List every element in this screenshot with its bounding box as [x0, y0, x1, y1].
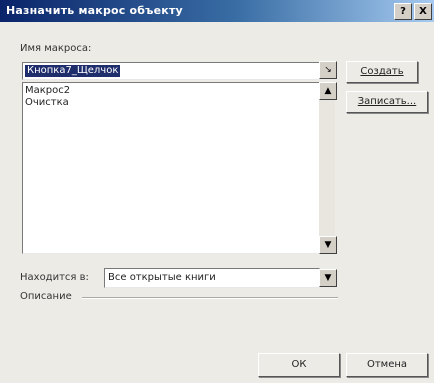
- help-button[interactable]: ?: [394, 3, 412, 20]
- list-item[interactable]: Очистка: [25, 97, 69, 109]
- list-scrollbar[interactable]: ▲ ▼: [319, 82, 337, 254]
- arrow-down-icon: ▼: [324, 240, 332, 250]
- location-value: Все открытые книги: [108, 272, 216, 283]
- ok-button-label: ОК: [291, 359, 307, 370]
- location-select[interactable]: Все открытые книги: [104, 268, 320, 288]
- macro-name-label: Имя макроса:: [20, 43, 92, 54]
- record-button[interactable]: Записать...: [346, 91, 428, 113]
- location-dropdown-button[interactable]: ▼: [319, 269, 337, 287]
- ok-button[interactable]: ОК: [258, 353, 340, 377]
- cancel-button[interactable]: Отмена: [346, 353, 428, 377]
- scroll-down-button[interactable]: ▼: [319, 236, 337, 254]
- dialog-title: Назначить макрос объекту: [6, 4, 183, 17]
- create-button-label: Создать: [360, 66, 404, 77]
- create-button[interactable]: Создать: [346, 61, 418, 83]
- arrow-up-icon: ▲: [324, 86, 332, 96]
- scroll-up-button[interactable]: ▲: [319, 82, 337, 100]
- chevron-down-icon: ▼: [324, 273, 332, 283]
- list-item[interactable]: Макрос2: [25, 85, 70, 97]
- title-bar[interactable]: Назначить макрос объекту ? X: [0, 0, 434, 22]
- macro-name-input[interactable]: Кнопка7_Щелчок: [22, 62, 320, 80]
- collapse-dialog-button[interactable]: ↘: [319, 61, 337, 79]
- close-button[interactable]: X: [414, 3, 432, 20]
- description-label: Описание: [20, 291, 72, 302]
- record-button-label: Записать...: [357, 96, 417, 107]
- description-divider: [82, 297, 338, 299]
- collapse-arrow-icon: ↘: [324, 65, 332, 75]
- cancel-button-label: Отмена: [366, 359, 408, 370]
- macro-list[interactable]: Макрос2 Очистка: [22, 82, 320, 254]
- location-label: Находится в:: [20, 272, 89, 283]
- macro-name-value: Кнопка7_Щелчок: [25, 65, 121, 77]
